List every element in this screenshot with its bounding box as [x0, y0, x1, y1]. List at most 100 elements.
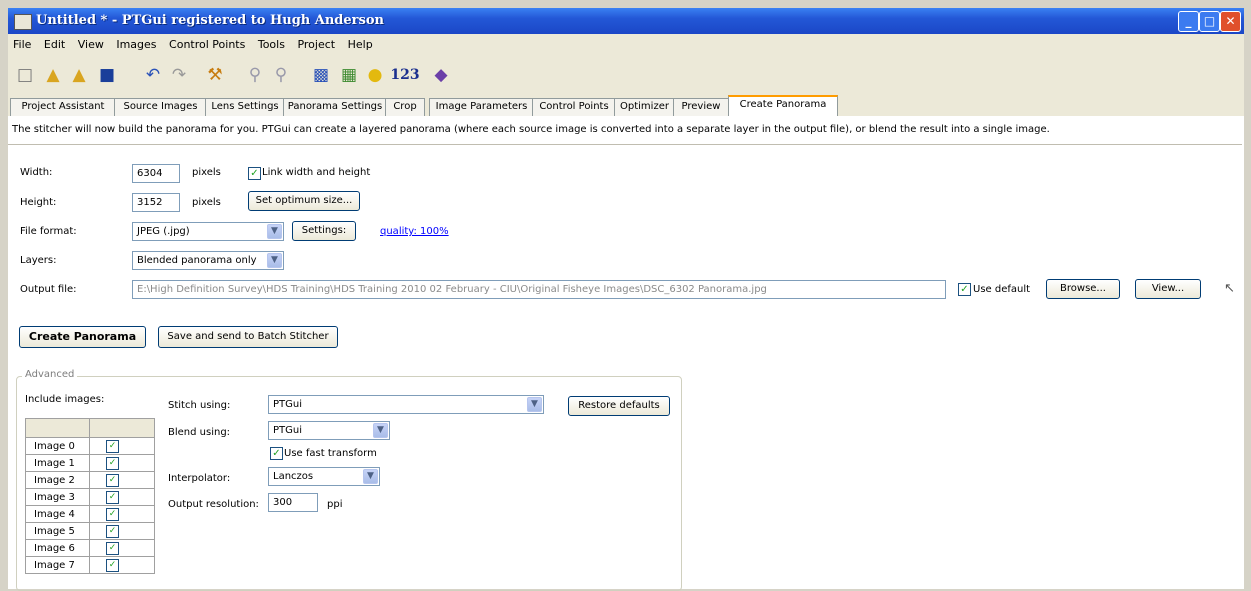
include-image-checkbox[interactable]: ✓: [106, 490, 119, 504]
format-settings-button[interactable]: Settings:: [292, 221, 356, 241]
panorama-editor-icon[interactable]: ▩: [310, 64, 332, 86]
menu-project[interactable]: Project: [292, 34, 339, 51]
height-label: Height:: [20, 197, 57, 208]
output-file-input[interactable]: E:\High Definition Survey\HDS Training\H…: [132, 280, 946, 299]
table-row: Image 2 ✓: [25, 471, 155, 489]
image-name: Image 6: [25, 539, 90, 557]
output-resolution-input[interactable]: 300: [268, 493, 318, 512]
menu-help[interactable]: Help: [343, 34, 377, 51]
blend-using-value: PTGui: [273, 425, 303, 436]
table-row: Image 6 ✓: [25, 539, 155, 557]
width-input[interactable]: 6304: [132, 164, 180, 183]
tab-optimizer[interactable]: Optimizer: [614, 98, 675, 116]
include-cell[interactable]: ✓: [89, 539, 155, 557]
fast-transform-checkbox[interactable]: ✓: [270, 447, 283, 460]
use-default-checkbox[interactable]: ✓: [958, 283, 971, 296]
include-image-checkbox[interactable]: ✓: [106, 558, 119, 572]
new-document-icon[interactable]: □: [14, 64, 36, 86]
tab-project-assistant[interactable]: Project Assistant: [10, 98, 116, 116]
menu-control-points[interactable]: Control Points: [164, 34, 249, 51]
use-default-label: Use default: [973, 284, 1031, 295]
include-image-checkbox[interactable]: ✓: [106, 473, 119, 487]
blend-using-label: Blend using:: [168, 427, 231, 438]
height-input[interactable]: 3152: [132, 193, 180, 212]
include-cell[interactable]: ✓: [89, 522, 155, 540]
chevron-down-icon: ▼: [363, 469, 378, 484]
interpolator-label: Interpolator:: [168, 473, 231, 484]
zoom-in-icon[interactable]: ⚲: [244, 64, 266, 86]
batch-stitcher-button[interactable]: Save and send to Batch Stitcher: [158, 326, 338, 348]
title-bar: Untitled * - PTGui registered to Hugh An…: [8, 8, 1244, 34]
zoom-out-icon[interactable]: ⚲: [270, 64, 292, 86]
link-width-height-checkbox[interactable]: ✓: [248, 167, 261, 180]
table-icon[interactable]: ▦: [338, 64, 360, 86]
minimize-button[interactable]: _: [1178, 11, 1199, 32]
blend-using-select[interactable]: PTGui ▼: [268, 421, 390, 440]
interpolator-select[interactable]: Lanczos ▼: [268, 467, 380, 486]
quality-link[interactable]: quality: 100%: [380, 226, 449, 237]
stitch-using-select[interactable]: PTGui ▼: [268, 395, 544, 414]
include-cell[interactable]: ✓: [89, 454, 155, 472]
include-cell[interactable]: ✓: [89, 505, 155, 523]
output-file-label: Output file:: [20, 284, 77, 295]
image-name: Image 7: [25, 556, 90, 574]
include-cell[interactable]: ✓: [89, 471, 155, 489]
table-row: Image 5 ✓: [25, 522, 155, 540]
include-image-checkbox[interactable]: ✓: [106, 507, 119, 521]
table-row: Image 4 ✓: [25, 505, 155, 523]
mouse-cursor-icon: ↖: [1224, 281, 1235, 296]
tab-preview[interactable]: Preview: [673, 98, 729, 116]
menu-file[interactable]: File: [8, 34, 35, 51]
table-row: Image 0 ✓: [25, 437, 155, 455]
create-panorama-button[interactable]: Create Panorama: [19, 326, 146, 348]
menu-view[interactable]: View: [73, 34, 108, 51]
tab-create-panorama[interactable]: Create Panorama: [728, 95, 838, 118]
tab-panorama-settings[interactable]: Panorama Settings: [283, 98, 387, 116]
set-optimum-size-button[interactable]: Set optimum size...: [248, 191, 360, 211]
open-recent-icon[interactable]: ▲: [68, 64, 90, 86]
menu-tools[interactable]: Tools: [253, 34, 289, 51]
include-cell[interactable]: ✓: [89, 437, 155, 455]
fast-transform-label: Use fast transform: [284, 448, 377, 459]
include-image-checkbox[interactable]: ✓: [106, 456, 119, 470]
hint-bulb-icon[interactable]: ●: [364, 64, 386, 86]
redo-icon[interactable]: ↷: [168, 64, 190, 86]
menu-edit[interactable]: Edit: [39, 34, 69, 51]
file-format-select[interactable]: JPEG (.jpg) ▼: [132, 222, 284, 241]
ptgui-logo-icon[interactable]: ◆: [430, 64, 452, 86]
tab-lens-settings[interactable]: Lens Settings: [205, 98, 285, 116]
tab-control-points[interactable]: Control Points: [532, 98, 616, 116]
close-button[interactable]: ✕: [1220, 11, 1241, 32]
include-cell[interactable]: ✓: [89, 556, 155, 574]
maximize-button[interactable]: □: [1199, 11, 1220, 32]
undo-icon[interactable]: ↶: [142, 64, 164, 86]
tab-crop[interactable]: Crop: [385, 98, 425, 116]
tools-icon[interactable]: ⚒: [204, 64, 226, 86]
tab-image-parameters[interactable]: Image Parameters: [429, 98, 534, 116]
restore-defaults-button[interactable]: Restore defaults: [568, 396, 670, 416]
stitch-using-value: PTGui: [273, 399, 303, 410]
include-image-checkbox[interactable]: ✓: [106, 541, 119, 555]
image-name: Image 2: [25, 471, 90, 489]
image-name: Image 3: [25, 488, 90, 506]
file-format-label: File format:: [20, 226, 77, 237]
open-folder-icon[interactable]: ▲: [42, 64, 64, 86]
chevron-down-icon: ▼: [373, 423, 388, 438]
numbering-icon[interactable]: 123: [390, 64, 420, 86]
chevron-down-icon: ▼: [267, 253, 282, 268]
window-title: Untitled * - PTGui registered to Hugh An…: [36, 13, 384, 28]
save-icon[interactable]: ■: [96, 64, 118, 86]
chevron-down-icon: ▼: [527, 397, 542, 412]
include-image-checkbox[interactable]: ✓: [106, 439, 119, 453]
tab-source-images[interactable]: Source Images: [114, 98, 207, 116]
include-image-checkbox[interactable]: ✓: [106, 524, 119, 538]
width-label: Width:: [20, 167, 53, 178]
view-button[interactable]: View...: [1135, 279, 1201, 299]
layers-select[interactable]: Blended panorama only ▼: [132, 251, 284, 270]
table-header-row: [25, 418, 155, 438]
app-icon: [14, 14, 32, 30]
browse-button[interactable]: Browse...: [1046, 279, 1120, 299]
include-cell[interactable]: ✓: [89, 488, 155, 506]
layers-value: Blended panorama only: [137, 255, 257, 266]
menu-images[interactable]: Images: [111, 34, 160, 51]
